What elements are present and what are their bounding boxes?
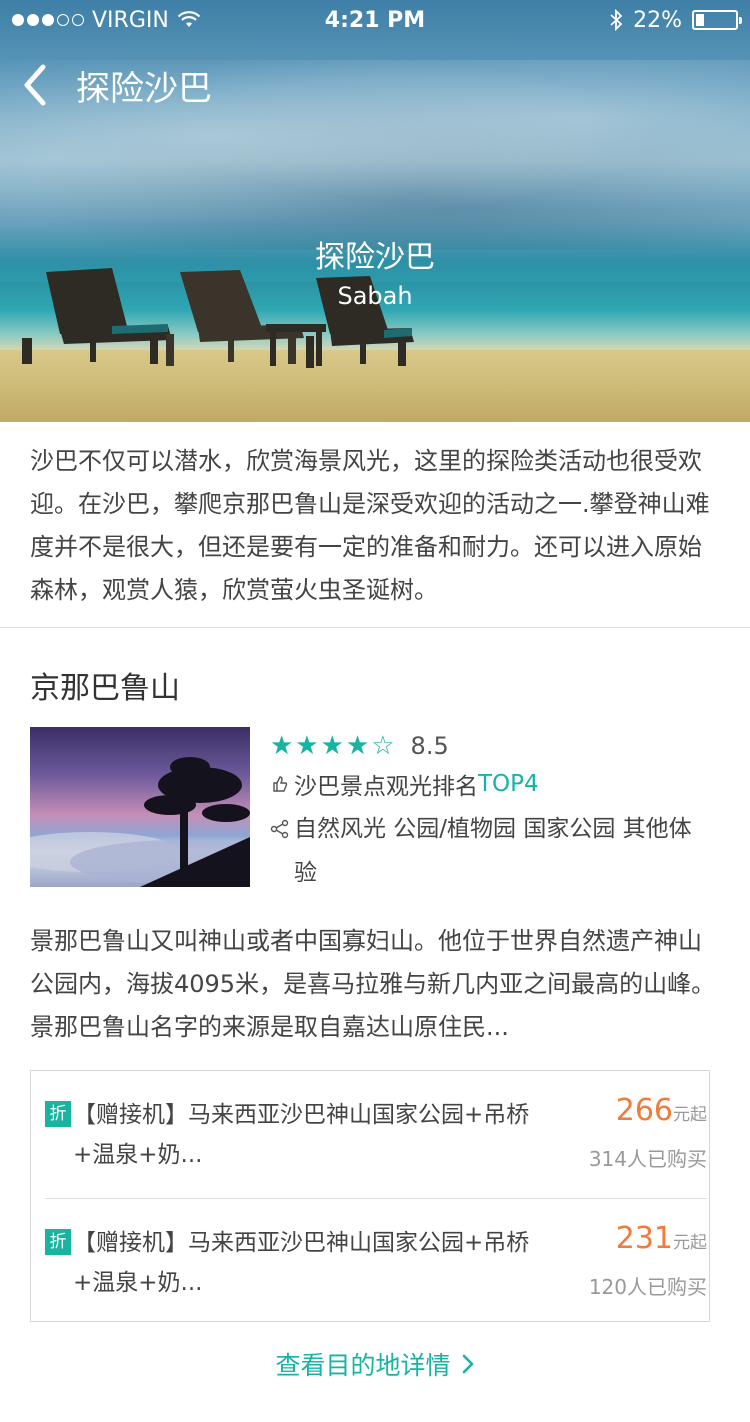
sold-count: 120人已购买 [588, 1275, 707, 1299]
price-value: 266 [615, 1093, 673, 1128]
ranking-top: TOP4 [478, 771, 539, 797]
signal-dot [27, 14, 39, 26]
attraction-info: ★★★★☆ 8.5 沙巴景点观光排名 TOP4 自然风光 公园/植物园 国家公园 … [270, 727, 720, 895]
battery-icon [692, 10, 742, 30]
nav-bar: 探险沙巴 [0, 50, 750, 120]
hero-banner: VIRGIN 4:21 PM 22% 探险沙巴 探险沙巴 Sabah [0, 0, 750, 422]
hero-subtitle: Sabah [337, 282, 413, 310]
hero-title: 探险沙巴 [315, 240, 435, 275]
signal-dot [72, 14, 84, 26]
ranking-text: 沙巴景点观光排名 [294, 774, 478, 800]
attraction-title[interactable]: 京那巴鲁山 [30, 663, 180, 707]
page-title: 探险沙巴 [76, 68, 212, 109]
sold-count: 314人已购买 [588, 1147, 707, 1171]
deals-list: 折 【赠接机】马来西亚沙巴神山国家公园+吊桥+温泉+奶... 266元起 314… [30, 1070, 710, 1322]
carrier-name: VIRGIN [92, 7, 169, 33]
chevron-left-icon [24, 64, 46, 106]
rating-score: 8.5 [410, 732, 449, 760]
section-divider [0, 627, 750, 628]
deal-price: 266元起 [616, 1093, 707, 1128]
discount-badge: 折 [45, 1229, 71, 1255]
deal-item[interactable]: 折 【赠接机】马来西亚沙巴神山国家公园+吊桥+温泉+奶... 266元起 314… [45, 1093, 707, 1205]
discount-badge: 折 [45, 1101, 71, 1127]
tree-silhouette-image [30, 757, 250, 887]
bluetooth-icon [610, 9, 623, 31]
detail-link-label: 查看目的地详情 [275, 1351, 451, 1380]
price-unit: 元起 [673, 1105, 707, 1125]
deal-price: 231元起 [616, 1221, 707, 1256]
attraction-thumbnail[interactable] [30, 727, 250, 887]
back-button[interactable] [0, 50, 70, 120]
status-bar: VIRGIN 4:21 PM 22% [0, 0, 750, 40]
deal-divider [45, 1198, 707, 1199]
signal-dot [12, 14, 24, 26]
deal-name: 【赠接机】马来西亚沙巴神山国家公园+吊桥+温泉+奶... [73, 1230, 530, 1296]
destination-detail-link[interactable]: 查看目的地详情 [0, 1346, 750, 1382]
rating-row: ★★★★☆ 8.5 [270, 727, 720, 765]
battery-percent: 22% [633, 7, 682, 33]
price-unit: 元起 [673, 1233, 707, 1253]
thumbs-up-icon [273, 776, 288, 792]
attraction-description: 景那巴鲁山又叫神山或者中国寡妇山。他位于世界自然遗产神山公园内，海拔4095米，… [30, 927, 716, 1041]
tags-row: 自然风光 公园/植物园 国家公园 其他体验 [270, 807, 720, 895]
deal-item[interactable]: 折 【赠接机】马来西亚沙巴神山国家公园+吊桥+温泉+奶... 231元起 120… [45, 1221, 707, 1333]
deal-name: 【赠接机】马来西亚沙巴神山国家公园+吊桥+温泉+奶... [73, 1102, 530, 1168]
signal-strength-icon [12, 14, 84, 26]
wifi-icon [177, 11, 201, 27]
share-icon [270, 819, 289, 839]
star-rating: ★★★★☆ [270, 731, 397, 761]
signal-dot [57, 14, 69, 26]
intro-text: 沙巴不仅可以潜水，欣赏海景风光，这里的探险类活动也很受欢迎。在沙巴，攀爬京那巴鲁… [30, 447, 710, 604]
signal-dot [42, 14, 54, 26]
price-value: 231 [615, 1221, 673, 1256]
chevron-right-icon [462, 1354, 473, 1374]
category-tags: 自然风光 公园/植物园 国家公园 其他体验 [294, 816, 692, 886]
ranking-row: 沙巴景点观光排名 TOP4 [270, 765, 720, 803]
